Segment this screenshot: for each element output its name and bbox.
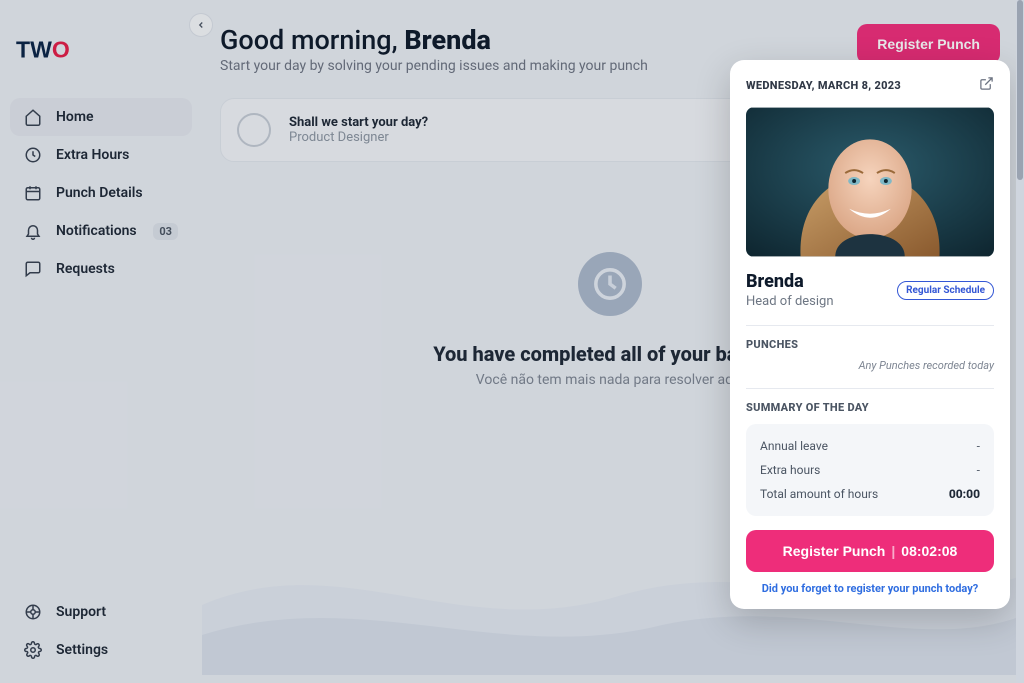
summary-row-total: Total amount of hours 00:00 xyxy=(760,482,980,506)
summary-row: Annual leave - xyxy=(760,434,980,458)
summary-row-label: Total amount of hours xyxy=(760,487,878,501)
divider xyxy=(746,388,994,389)
summary-row-value: - xyxy=(977,463,980,477)
summary-label: SUMMARY OF THE DAY xyxy=(746,401,994,414)
profile-role: Head of design xyxy=(746,294,834,309)
punches-label: PUNCHES xyxy=(746,338,994,351)
open-external-icon[interactable] xyxy=(979,76,994,95)
summary-row-label: Extra hours xyxy=(760,463,820,477)
forgot-punch-link[interactable]: Did you forget to register your punch to… xyxy=(746,582,994,595)
divider xyxy=(746,325,994,326)
register-btn-label: Register Punch xyxy=(783,543,886,559)
panel-date: WEDNESDAY, MARCH 8, 2023 xyxy=(746,79,901,92)
register-punch-main-button[interactable]: Register Punch|08:02:08 xyxy=(746,530,994,572)
profile-name: Brenda xyxy=(746,271,834,292)
register-btn-time: 08:02:08 xyxy=(901,543,957,559)
summary-row-value: - xyxy=(977,439,980,453)
summary-row-value: 00:00 xyxy=(949,487,980,501)
punches-empty-text: Any Punches recorded today xyxy=(746,359,994,372)
summary-box: Annual leave - Extra hours - Total amoun… xyxy=(746,424,994,516)
summary-row: Extra hours - xyxy=(760,458,980,482)
profile-photo xyxy=(746,107,994,257)
schedule-badge: Regular Schedule xyxy=(897,281,994,300)
punch-panel: WEDNESDAY, MARCH 8, 2023 Brenda Head o xyxy=(730,60,1010,609)
summary-row-label: Annual leave xyxy=(760,439,828,453)
scrollbar[interactable] xyxy=(1016,0,1024,683)
